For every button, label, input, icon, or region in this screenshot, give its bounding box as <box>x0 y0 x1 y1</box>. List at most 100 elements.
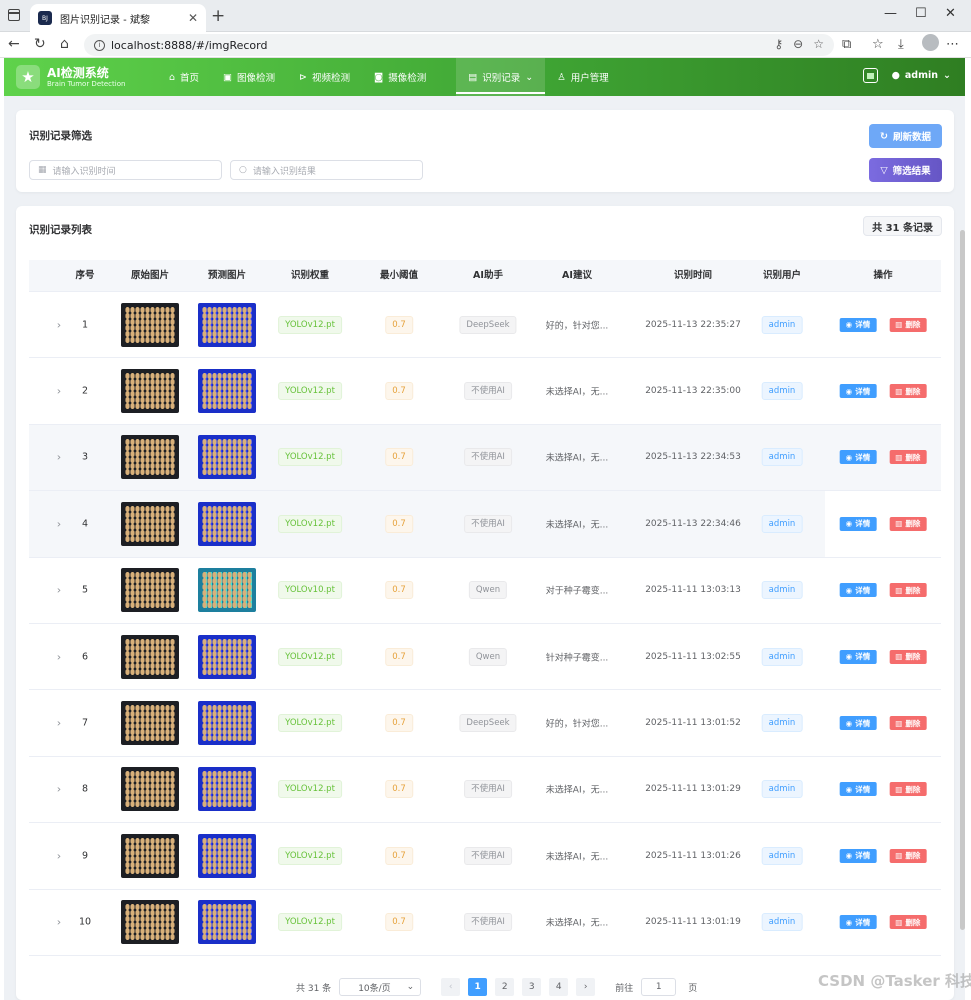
next-page-button[interactable]: › <box>576 978 596 996</box>
expand-chevron-icon[interactable]: › <box>57 385 61 398</box>
table-row[interactable]: › 10 YOLOv12.pt 0.7 不使用AI 未选择AI，无... 2025-11-1… <box>29 889 941 956</box>
predicted-image[interactable] <box>198 833 256 878</box>
time-search-input[interactable]: ▦ 请输入识别时间 <box>29 160 222 180</box>
predicted-image[interactable] <box>198 701 256 746</box>
url-field[interactable]: i localhost:8888/#/imgRecord ⚷ ⊖ ☆ <box>84 34 834 56</box>
table-row[interactable]: › 4 YOLOv12.pt 0.7 不使用AI 未选择AI，无... 2025-11-13… <box>29 491 941 558</box>
predicted-image[interactable] <box>198 900 256 945</box>
menu-item-camera-detect[interactable]: ◙ 摄像检测 <box>362 58 438 96</box>
result-search-input[interactable]: ○ 请输入识别结果 <box>230 160 423 180</box>
table-row[interactable]: › 7 YOLOv12.pt 0.7 DeepSeek 好的，针对您... 2025-11-… <box>29 690 941 757</box>
expand-chevron-icon[interactable]: › <box>57 584 61 597</box>
detail-button[interactable]: ◉ 详情 <box>839 915 877 930</box>
browser-tab[interactable]: BJ 图片识别记录 - 斌黎 ✕ <box>30 4 206 32</box>
delete-button[interactable]: ▥ 删除 <box>889 317 927 332</box>
original-image[interactable] <box>121 833 179 878</box>
original-image[interactable] <box>121 767 179 812</box>
page-size-select[interactable]: 10条/页 ⌄ <box>339 978 422 996</box>
original-image[interactable] <box>121 900 179 945</box>
expand-chevron-icon[interactable]: › <box>57 717 61 730</box>
favorites-icon[interactable]: ☆ <box>872 37 884 52</box>
close-window-icon[interactable]: ✕ <box>945 6 956 21</box>
expand-chevron-icon[interactable]: › <box>57 451 61 464</box>
delete-button[interactable]: ▥ 删除 <box>889 583 927 598</box>
menu-item-video-detect[interactable]: ⊳ 视频检测 <box>287 58 362 96</box>
menu-item-home[interactable]: ⌂ 首页 <box>157 58 211 96</box>
original-image[interactable] <box>121 701 179 746</box>
expand-chevron-icon[interactable]: › <box>57 916 61 929</box>
refresh-button[interactable]: ↻ 刷新数据 <box>869 124 942 148</box>
page-button[interactable]: 3 <box>522 978 542 996</box>
expand-chevron-icon[interactable]: › <box>57 650 61 663</box>
table-row[interactable]: › 2 YOLOv12.pt 0.7 不使用AI 未选择AI，无... 2025-11-13… <box>29 358 941 425</box>
predicted-image[interactable] <box>198 435 256 480</box>
page-button[interactable]: 1 <box>468 978 488 996</box>
detail-button[interactable]: ◉ 详情 <box>839 516 877 531</box>
detail-button[interactable]: ◉ 详情 <box>839 450 877 465</box>
predicted-image[interactable] <box>198 568 256 613</box>
detail-button[interactable]: ◉ 详情 <box>839 782 877 797</box>
predicted-image[interactable] <box>198 767 256 812</box>
expand-chevron-icon[interactable]: › <box>57 318 61 331</box>
extensions-icon[interactable]: ⧉ <box>842 37 851 52</box>
predicted-image[interactable] <box>198 501 256 546</box>
expand-chevron-icon[interactable]: › <box>57 517 61 530</box>
maximize-icon[interactable]: ☐ <box>915 6 927 21</box>
detail-button[interactable]: ◉ 详情 <box>839 583 877 598</box>
original-image[interactable] <box>121 302 179 347</box>
table-row[interactable]: › 5 YOLOv10.pt 0.7 Qwen 对于种子霉变... 2025-11-11 1… <box>29 557 941 624</box>
delete-button[interactable]: ▥ 删除 <box>889 384 927 399</box>
page-button[interactable]: 4 <box>549 978 569 996</box>
detail-button[interactable]: ◉ 详情 <box>839 317 877 332</box>
detail-button[interactable]: ◉ 详情 <box>839 384 877 399</box>
delete-button[interactable]: ▥ 删除 <box>889 915 927 930</box>
detail-button[interactable]: ◉ 详情 <box>839 848 877 863</box>
prev-page-button[interactable]: ‹ <box>441 978 461 996</box>
more-icon[interactable]: ⋯ <box>946 37 959 52</box>
window-menu-icon[interactable] <box>8 9 20 21</box>
predicted-image[interactable] <box>198 634 256 679</box>
star-icon[interactable]: ☆ <box>813 37 824 51</box>
info-icon[interactable]: i <box>94 39 105 51</box>
expand-chevron-icon[interactable]: › <box>57 783 61 796</box>
table-row[interactable]: › 1 YOLOv12.pt 0.7 DeepSeek 好的，针对您... 2025-11-… <box>29 292 941 359</box>
filter-button[interactable]: ▽ 筛选结果 <box>869 158 942 182</box>
original-image[interactable] <box>121 435 179 480</box>
delete-button[interactable]: ▥ 删除 <box>889 848 927 863</box>
detail-button[interactable]: ◉ 详情 <box>839 716 877 731</box>
reload-icon[interactable]: ↻ <box>34 36 46 52</box>
table-row[interactable]: › 6 YOLOv12.pt 0.7 Qwen 针对种子霉变... 2025-11-11 1… <box>29 623 941 691</box>
table-row[interactable]: › 9 YOLOv12.pt 0.7 不使用AI 未选择AI，无... 2025-11-11… <box>29 823 941 890</box>
close-tab-icon[interactable]: ✕ <box>188 11 198 25</box>
delete-button[interactable]: ▥ 删除 <box>889 516 927 531</box>
delete-button[interactable]: ▥ 删除 <box>889 649 927 664</box>
profile-avatar[interactable] <box>922 34 939 51</box>
original-image[interactable] <box>121 369 179 414</box>
table-row[interactable]: › 3 YOLOv12.pt 0.7 不使用AI 未选择AI，无... 2025-11-13… <box>29 424 941 492</box>
goto-page-input[interactable]: 1 <box>641 978 677 996</box>
minimize-icon[interactable]: — <box>884 6 897 21</box>
new-tab-icon[interactable]: + <box>211 6 225 26</box>
predicted-image[interactable] <box>198 369 256 414</box>
table-row[interactable]: › 8 YOLOv12.pt 0.7 不使用AI 未选择AI，无... 2025-11-11… <box>29 756 941 824</box>
menu-item-image-detect[interactable]: ▣ 图像检测 <box>211 58 287 96</box>
original-image[interactable] <box>121 568 179 613</box>
delete-button[interactable]: ▥ 删除 <box>889 782 927 797</box>
home-browser-icon[interactable]: ⌂ <box>60 36 69 52</box>
page-button[interactable]: 2 <box>495 978 515 996</box>
download-icon[interactable]: ⤓ <box>898 37 904 52</box>
fullscreen-icon[interactable] <box>862 68 878 83</box>
zoom-icon[interactable]: ⊖ <box>793 37 803 51</box>
predicted-image[interactable] <box>198 302 256 347</box>
menu-item-users[interactable]: ♙ 用户管理 <box>545 58 621 96</box>
original-image[interactable] <box>121 634 179 679</box>
original-image[interactable] <box>121 501 179 546</box>
back-icon[interactable]: ← <box>8 36 20 52</box>
page-scrollbar[interactable] <box>960 100 966 940</box>
menu-item-records[interactable]: ▤ 识别记录 ⌄ <box>456 58 546 96</box>
detail-button[interactable]: ◉ 详情 <box>839 649 877 664</box>
user-dropdown[interactable]: ● admin ⌄ <box>892 70 951 81</box>
delete-button[interactable]: ▥ 删除 <box>889 450 927 465</box>
key-icon[interactable]: ⚷ <box>774 37 783 51</box>
delete-button[interactable]: ▥ 删除 <box>889 716 927 731</box>
